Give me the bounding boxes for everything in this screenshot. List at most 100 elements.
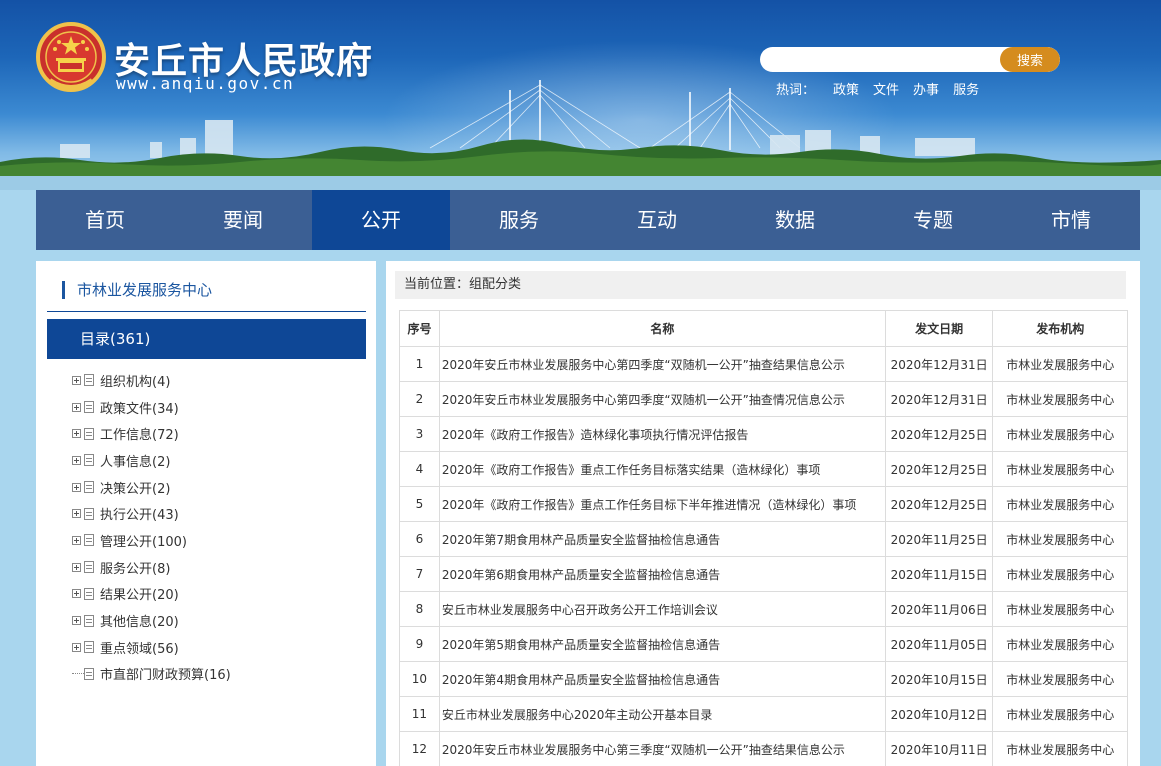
plus-box-icon[interactable]	[72, 375, 81, 385]
plus-box-icon[interactable]	[72, 429, 81, 439]
row-date: 2020年11月15日	[884, 556, 994, 592]
plus-box-icon[interactable]	[72, 562, 81, 572]
row-date: 2020年12月25日	[884, 451, 994, 487]
row-title-cell: 2020年安丘市林业发展服务中心第四季度“双随机一公开”抽查结果信息公示	[438, 346, 886, 382]
plus-box-icon[interactable]	[72, 535, 81, 545]
document-icon	[84, 667, 94, 680]
document-icon	[84, 454, 94, 467]
sidebar: 市林业发展服务中心 目录(361) 组织机构(4) 政策文件(34) 工作信息(…	[36, 261, 376, 766]
tree-item-policy-docs[interactable]: 政策文件(34)	[72, 394, 362, 421]
row-number: 5	[399, 486, 440, 522]
row-date: 2020年10月11日	[884, 731, 994, 766]
nav-item-interaction[interactable]: 互动	[588, 190, 726, 250]
tree-item-budget[interactable]: 市直部门财政预算(16)	[72, 661, 362, 688]
row-number: 2	[399, 381, 440, 417]
table-row: 5 2020年《政府工作报告》重点工作任务目标下半年推进情况（造林绿化）事项 2…	[399, 486, 1128, 522]
plus-box-icon[interactable]	[72, 509, 81, 519]
document-link[interactable]: 2020年第6期食用林产品质量安全监督抽检信息通告	[442, 568, 720, 582]
header-banner: 安丘市人民政府 www.anqiu.gov.cn 搜索 热词： 政策 文件 办事…	[0, 0, 1161, 190]
nav-item-home[interactable]: 首页	[36, 190, 174, 250]
document-link[interactable]: 2020年安丘市林业发展服务中心第四季度“双随机一公开”抽查情况信息公示	[442, 393, 845, 407]
row-org: 市林业发展服务中心	[992, 486, 1128, 522]
document-link[interactable]: 2020年第4期食用林产品质量安全监督抽检信息通告	[442, 673, 720, 687]
search-input[interactable]	[760, 47, 1000, 72]
tree-item-results[interactable]: 结果公开(20)	[72, 581, 362, 608]
row-org: 市林业发展服务中心	[992, 696, 1128, 732]
row-org: 市林业发展服务中心	[992, 661, 1128, 697]
hotwords-label: 热词：	[776, 83, 816, 98]
tree-item-work-info[interactable]: 工作信息(72)	[72, 420, 362, 447]
document-icon	[84, 481, 94, 494]
row-number: 4	[399, 451, 440, 487]
table-row: 9 2020年第5期食用林产品质量安全监督抽检信息通告 2020年11月05日 …	[399, 626, 1128, 662]
main-nav: 首页 要闻 公开 服务 互动 数据 专题 市情	[36, 190, 1140, 250]
nav-item-city-info[interactable]: 市情	[1002, 190, 1140, 250]
document-link[interactable]: 2020年《政府工作报告》造林绿化事项执行情况评估报告	[442, 428, 749, 442]
column-header-date: 发文日期	[884, 310, 994, 347]
plus-box-icon[interactable]	[72, 616, 81, 626]
tree-item-label: 结果公开(20)	[100, 588, 179, 604]
document-link[interactable]: 2020年第5期食用林产品质量安全监督抽检信息通告	[442, 638, 720, 652]
document-link[interactable]: 安丘市林业发展服务中心召开政务公开工作培训会议	[442, 603, 718, 617]
table-row: 2 2020年安丘市林业发展服务中心第四季度“双随机一公开”抽查情况信息公示 2…	[399, 381, 1128, 417]
document-link[interactable]: 2020年《政府工作报告》重点工作任务目标下半年推进情况（造林绿化）事项	[442, 498, 857, 512]
tree-item-label: 组织机构(4)	[100, 374, 171, 390]
column-header-no: 序号	[399, 310, 440, 347]
document-link[interactable]: 2020年第7期食用林产品质量安全监督抽检信息通告	[442, 533, 720, 547]
table-header-row: 序号 名称 发文日期 发布机构	[399, 310, 1128, 347]
document-icon	[84, 587, 94, 600]
row-title-cell: 2020年第5期食用林产品质量安全监督抽检信息通告	[438, 626, 886, 662]
tree-item-management[interactable]: 管理公开(100)	[72, 527, 362, 554]
hotword-link-documents[interactable]: 文件	[873, 79, 899, 98]
row-number: 1	[399, 346, 440, 382]
row-number: 9	[399, 626, 440, 662]
plus-box-icon[interactable]	[72, 482, 81, 492]
row-date: 2020年10月12日	[884, 696, 994, 732]
column-header-title: 名称	[438, 310, 886, 347]
row-org: 市林业发展服务中心	[992, 521, 1128, 557]
document-link[interactable]: 安丘市林业发展服务中心2020年主动公开基本目录	[442, 708, 713, 722]
row-org: 市林业发展服务中心	[992, 416, 1128, 452]
tree-item-label: 工作信息(72)	[100, 428, 179, 444]
nav-item-news[interactable]: 要闻	[174, 190, 312, 250]
table-row: 7 2020年第6期食用林产品质量安全监督抽检信息通告 2020年11月15日 …	[399, 556, 1128, 592]
plus-box-icon[interactable]	[72, 642, 81, 652]
nav-item-disclosure[interactable]: 公开	[312, 190, 450, 250]
document-icon	[84, 374, 94, 387]
tree-item-personnel[interactable]: 人事信息(2)	[72, 447, 362, 474]
plus-box-icon[interactable]	[72, 589, 81, 599]
catalog-header[interactable]: 目录(361)	[47, 319, 366, 359]
tree-item-service[interactable]: 服务公开(8)	[72, 554, 362, 581]
search-button[interactable]: 搜索	[1000, 47, 1060, 72]
nav-item-data[interactable]: 数据	[726, 190, 864, 250]
hotword-link-services[interactable]: 服务	[953, 79, 979, 98]
table-row: 1 2020年安丘市林业发展服务中心第四季度“双随机一公开”抽查结果信息公示 2…	[399, 346, 1128, 382]
row-title-cell: 2020年《政府工作报告》造林绿化事项执行情况评估报告	[438, 416, 886, 452]
nav-item-services[interactable]: 服务	[450, 190, 588, 250]
sidebar-divider	[47, 311, 366, 312]
document-link[interactable]: 2020年安丘市林业发展服务中心第三季度“双随机一公开”抽查结果信息公示	[442, 743, 845, 757]
tree-item-other[interactable]: 其他信息(20)	[72, 607, 362, 634]
plus-box-icon[interactable]	[72, 455, 81, 465]
document-icon	[84, 507, 94, 520]
document-link[interactable]: 2020年《政府工作报告》重点工作任务目标落实结果（造林绿化）事项	[442, 463, 821, 477]
row-date: 2020年12月31日	[884, 346, 994, 382]
national-emblem-icon	[36, 22, 106, 92]
document-icon	[84, 401, 94, 414]
tree-item-organization[interactable]: 组织机构(4)	[72, 367, 362, 394]
hotwords-bar: 热词： 政策 文件 办事 服务	[776, 79, 979, 98]
plus-box-icon[interactable]	[72, 402, 81, 412]
tree-item-execution[interactable]: 执行公开(43)	[72, 500, 362, 527]
row-org: 市林业发展服务中心	[992, 346, 1128, 382]
hotword-link-affairs[interactable]: 办事	[913, 79, 939, 98]
breadcrumb: 当前位置：组配分类	[395, 271, 1126, 299]
nav-item-topics[interactable]: 专题	[864, 190, 1002, 250]
row-title-cell: 2020年《政府工作报告》重点工作任务目标下半年推进情况（造林绿化）事项	[438, 486, 886, 522]
hotword-link-policy[interactable]: 政策	[833, 79, 859, 98]
row-title-cell: 安丘市林业发展服务中心召开政务公开工作培训会议	[438, 591, 886, 627]
document-link[interactable]: 2020年安丘市林业发展服务中心第四季度“双随机一公开”抽查结果信息公示	[442, 358, 845, 372]
tree-item-decision[interactable]: 决策公开(2)	[72, 474, 362, 501]
table-row: 8 安丘市林业发展服务中心召开政务公开工作培训会议 2020年11月06日 市林…	[399, 591, 1128, 627]
row-number: 6	[399, 521, 440, 557]
tree-item-key-areas[interactable]: 重点领域(56)	[72, 634, 362, 661]
